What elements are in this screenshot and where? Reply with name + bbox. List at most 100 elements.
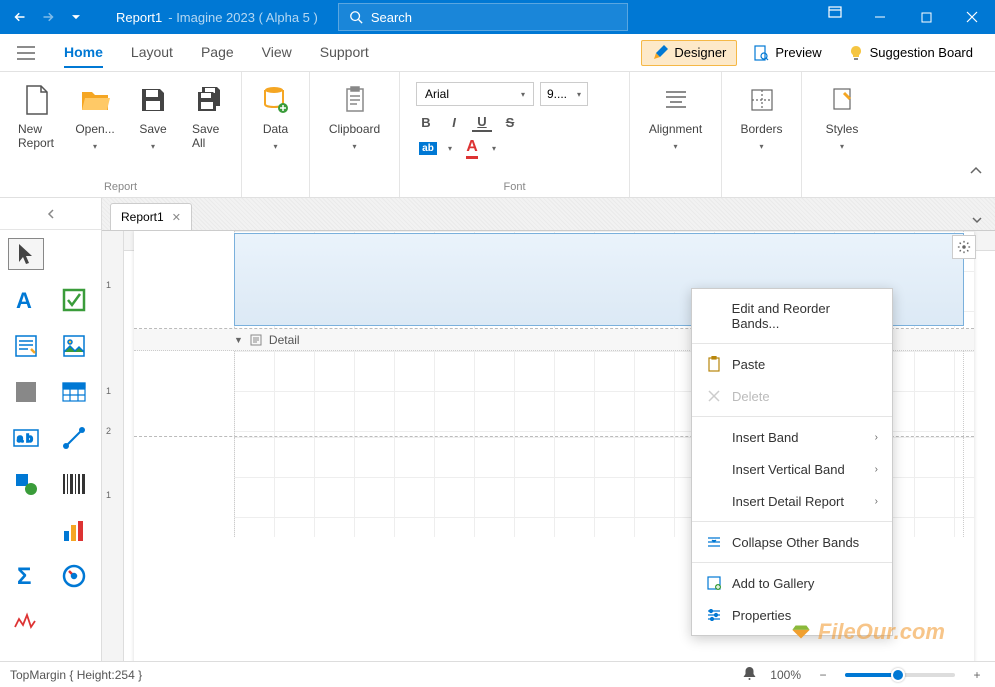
shape-tool[interactable]	[8, 468, 44, 500]
clipboard-icon	[339, 84, 371, 116]
bold-button[interactable]: B	[416, 112, 436, 132]
chevron-right-icon: ›	[875, 496, 878, 507]
line-tool[interactable]	[56, 422, 92, 454]
menu-insert-band[interactable]: Insert Band ›	[692, 421, 892, 453]
font-color-button[interactable]: A	[460, 138, 484, 158]
context-menu: Edit and Reorder Bands... Paste Delete I…	[691, 288, 893, 636]
character-comb-tool[interactable]: a b	[8, 422, 44, 454]
document-title: Report1	[116, 10, 162, 25]
menu-paste[interactable]: Paste	[692, 348, 892, 380]
chevron-down-icon[interactable]: ▾	[492, 144, 496, 153]
report-group-label: Report	[12, 179, 229, 195]
chart-tool[interactable]	[56, 514, 92, 546]
chevron-down-icon: ▾	[273, 142, 277, 151]
menu-properties[interactable]: Properties	[692, 599, 892, 631]
new-report-button[interactable]: New Report	[12, 78, 62, 156]
italic-button[interactable]: I	[444, 112, 464, 132]
band-settings-button[interactable]	[952, 235, 976, 259]
table-tool[interactable]	[56, 376, 92, 408]
styles-icon	[826, 84, 858, 116]
database-icon	[260, 84, 292, 116]
menu-add-to-gallery[interactable]: Add to Gallery	[692, 567, 892, 599]
paste-icon	[706, 356, 722, 372]
designer-icon	[652, 45, 668, 61]
menu-insert-vertical-band[interactable]: Insert Vertical Band ›	[692, 453, 892, 485]
chevron-down-icon[interactable]: ▾	[448, 144, 452, 153]
statusbar: TopMargin { Height:254 } 100% − +	[0, 661, 995, 687]
sigma-tool[interactable]: Σ	[8, 560, 44, 592]
panel-expand-button[interactable]	[959, 212, 995, 230]
menu-collapse-other-bands[interactable]: Collapse Other Bands	[692, 526, 892, 558]
clipboard-button[interactable]: Clipboard ▾	[323, 78, 386, 157]
label-tool[interactable]: A	[8, 284, 44, 316]
svg-text:Σ: Σ	[17, 564, 31, 588]
font-size-select[interactable]: 9....▾	[540, 82, 588, 106]
font-name-select[interactable]: Arial▾	[416, 82, 534, 106]
strikethrough-button[interactable]: S	[500, 112, 520, 132]
tab-layout[interactable]: Layout	[131, 38, 173, 68]
suggestion-board-button[interactable]: Suggestion Board	[838, 41, 983, 65]
expand-triangle-icon[interactable]: ▼	[234, 335, 243, 345]
designer-mode-button[interactable]: Designer	[641, 40, 737, 66]
svg-text:a b: a b	[17, 433, 33, 445]
svg-text:A: A	[16, 288, 32, 312]
tab-home[interactable]: Home	[64, 38, 103, 68]
data-button[interactable]: Data ▾	[251, 78, 301, 157]
preview-icon	[753, 45, 769, 61]
search-box[interactable]: Search	[338, 3, 628, 31]
ribbon-collapse-button[interactable]	[969, 163, 983, 181]
panel-tool[interactable]	[8, 376, 44, 408]
open-icon	[79, 84, 111, 116]
save-all-icon	[195, 84, 227, 116]
search-placeholder: Search	[371, 10, 412, 25]
alignment-icon	[660, 84, 692, 116]
delete-icon	[706, 388, 722, 404]
menu-insert-detail-report[interactable]: Insert Detail Report ›	[692, 485, 892, 517]
status-text: TopMargin { Height:254 }	[10, 668, 142, 682]
tab-page[interactable]: Page	[201, 38, 234, 68]
chevron-down-icon: ▾	[577, 90, 581, 99]
underline-button[interactable]: U	[472, 112, 492, 132]
minimize-button[interactable]	[857, 0, 903, 34]
highlight-color-button[interactable]: ab	[416, 138, 440, 158]
back-button[interactable]	[8, 5, 32, 29]
gauge-tool[interactable]	[56, 560, 92, 592]
tab-view[interactable]: View	[262, 38, 292, 68]
richtext-tool[interactable]	[8, 330, 44, 362]
ribbon-display-button[interactable]	[823, 0, 847, 24]
app-menu-button[interactable]	[12, 39, 40, 67]
titlebar: Report1 - Imagine 2023 ( Alpha 5 ) Searc…	[0, 0, 995, 34]
notification-icon[interactable]	[743, 666, 756, 683]
alignment-button[interactable]: Alignment ▾	[643, 78, 708, 157]
save-button[interactable]: Save ▾	[128, 78, 178, 157]
doc-tab-report1[interactable]: Report1 ✕	[110, 203, 192, 230]
zoom-in-button[interactable]: +	[969, 667, 985, 683]
open-button[interactable]: Open... ▾	[70, 78, 120, 157]
zoom-out-button[interactable]: −	[815, 667, 831, 683]
forward-button[interactable]	[36, 5, 60, 29]
quick-access-dropdown[interactable]	[64, 5, 88, 29]
zoom-slider[interactable]	[845, 673, 955, 677]
tab-support[interactable]: Support	[320, 38, 369, 68]
close-button[interactable]	[949, 0, 995, 34]
close-tab-icon[interactable]: ✕	[172, 211, 181, 224]
ribbon: New Report Open... ▾ Save ▾ Save All Rep…	[0, 72, 995, 198]
borders-button[interactable]: Borders ▾	[734, 78, 788, 157]
maximize-button[interactable]	[903, 0, 949, 34]
zoom-percent[interactable]: 100%	[770, 668, 801, 682]
pointer-tool[interactable]	[8, 238, 44, 270]
borders-icon	[746, 84, 778, 116]
sparkline-tool[interactable]	[8, 606, 44, 638]
checkbox-tool[interactable]	[56, 284, 92, 316]
picture-tool[interactable]	[56, 330, 92, 362]
styles-button[interactable]: Styles ▾	[817, 78, 867, 157]
new-report-icon	[21, 84, 53, 116]
menu-edit-reorder-bands[interactable]: Edit and Reorder Bands...	[692, 293, 892, 339]
lightbulb-icon	[848, 45, 864, 61]
preview-mode-button[interactable]: Preview	[743, 41, 831, 65]
toolbox-collapse-button[interactable]	[0, 198, 101, 230]
toolbox-panel: A a b Σ	[0, 198, 102, 661]
chevron-down-icon: ▾	[521, 90, 525, 99]
save-all-button[interactable]: Save All	[186, 78, 236, 156]
barcode-tool[interactable]	[56, 468, 92, 500]
